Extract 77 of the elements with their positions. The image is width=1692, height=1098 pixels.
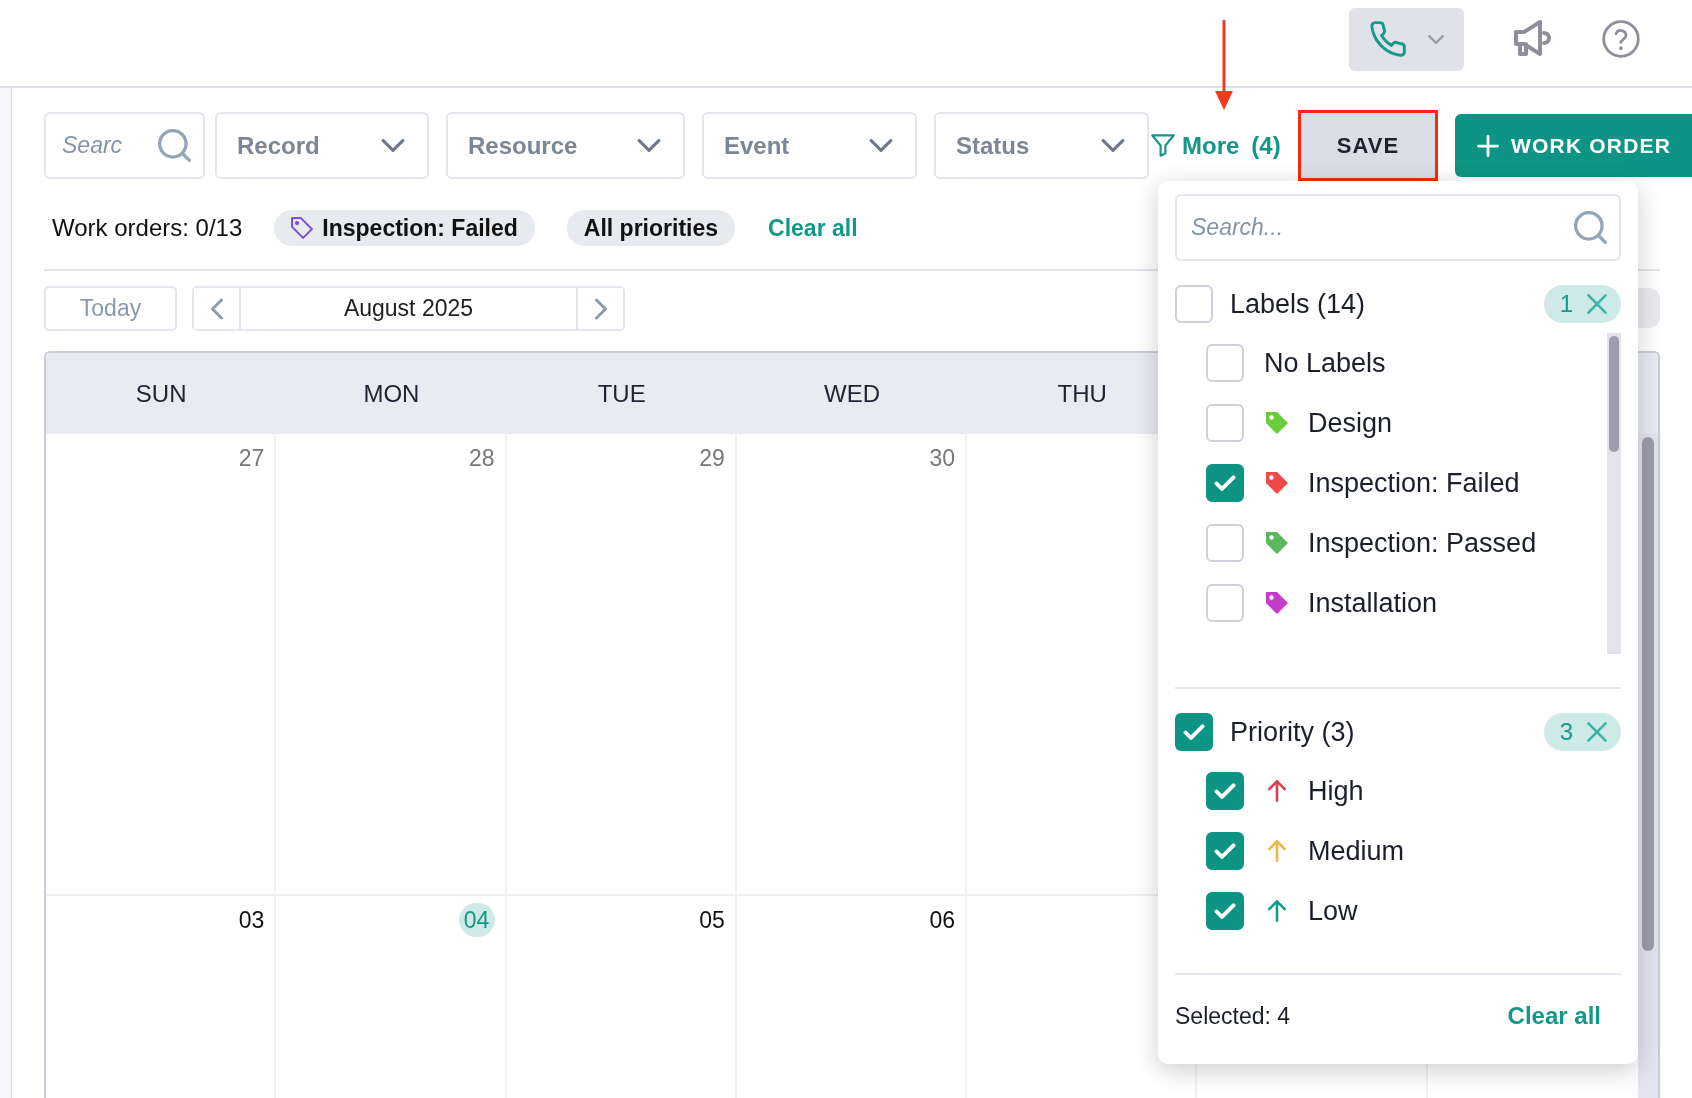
search-field[interactable]: Searc [44, 112, 205, 179]
option-label: No Labels [1264, 347, 1386, 379]
phone-icon [1369, 21, 1406, 57]
date-number: 03 [238, 906, 265, 935]
option-label: Installation [1308, 587, 1438, 619]
option-label: High [1308, 775, 1364, 807]
filter-chip[interactable]: All priorities [566, 210, 736, 246]
search-icon [158, 129, 191, 162]
filter-dropdown[interactable]: Resource [446, 112, 685, 179]
option-label: Inspection: Failed [1308, 467, 1520, 499]
megaphone-icon[interactable] [1514, 20, 1552, 58]
scrollbar-track[interactable] [1607, 333, 1621, 654]
chevron-down-icon [381, 139, 405, 152]
next-month-button[interactable] [576, 288, 623, 329]
work-order-count: Work orders: 0/13 [52, 214, 243, 242]
date-number: 28 [468, 444, 495, 473]
filter-icon [1151, 134, 1175, 157]
checkbox[interactable] [1175, 713, 1213, 751]
checkmark-icon [1183, 723, 1205, 741]
option-label: Design [1308, 407, 1393, 439]
plus-icon [1477, 134, 1499, 157]
filter-dropdown[interactable]: Event [702, 112, 917, 179]
help-icon[interactable] [1602, 20, 1640, 58]
create-work-order-button[interactable]: WORK ORDER [1455, 114, 1692, 177]
group-title: Labels (14) [1230, 288, 1366, 320]
checkbox[interactable] [1206, 464, 1244, 502]
chevron-right-icon [594, 297, 607, 320]
phone-menu-button[interactable] [1349, 7, 1464, 71]
option-label: Medium [1308, 835, 1405, 867]
group-title: Priority (3) [1230, 716, 1355, 748]
tag-icon [291, 217, 314, 239]
date-number: 29 [699, 444, 725, 473]
date-number: 30 [929, 444, 956, 473]
checkbox[interactable] [1206, 832, 1244, 870]
clear-all-link[interactable]: Clear all [768, 214, 858, 242]
clear-group-badge[interactable]: 1 [1543, 285, 1621, 323]
save-button[interactable]: SAVE [1298, 110, 1438, 181]
search-icon [1574, 211, 1607, 244]
weekday-label: MON [363, 379, 420, 408]
selected-count: Selected: 4 [1175, 1002, 1291, 1030]
chevron-down-icon [1427, 34, 1444, 44]
view-switcher[interactable] [1638, 288, 1660, 328]
close-icon [1587, 722, 1607, 742]
date-number: 04 [458, 903, 495, 937]
scrollbar-thumb[interactable] [1642, 437, 1654, 951]
chevron-down-icon [637, 139, 661, 152]
today-button[interactable]: Today [44, 286, 177, 331]
weekday-label: TUE [597, 379, 646, 408]
checkbox[interactable] [1206, 772, 1244, 810]
option-label: Low [1308, 895, 1358, 927]
filter-chip[interactable]: Inspection: Failed [274, 210, 535, 246]
previous-month-button[interactable] [194, 288, 241, 329]
option-label: Inspection: Passed [1308, 527, 1537, 559]
filter-dropdown[interactable]: Status [934, 112, 1149, 179]
clear-all-link[interactable]: Clear all [1507, 1002, 1601, 1030]
checkmark-icon [1214, 782, 1236, 800]
search-field[interactable]: Search... [1175, 194, 1621, 261]
date-number: 06 [929, 906, 956, 935]
more-filters-button[interactable]: More (4) [1149, 112, 1292, 179]
clear-group-badge[interactable]: 3 [1543, 713, 1621, 751]
chevron-down-icon [1101, 139, 1125, 152]
scrollbar-track[interactable] [1638, 434, 1658, 1098]
checkmark-icon [1214, 842, 1236, 860]
scrollbar-thumb[interactable] [1609, 336, 1619, 452]
month-label: August 2025 [342, 294, 475, 323]
checkbox[interactable] [1206, 892, 1244, 930]
checkmark-icon [1214, 474, 1236, 492]
filter-dropdown[interactable]: Record [215, 112, 429, 179]
weekday-label: THU [1057, 379, 1107, 408]
close-icon [1587, 294, 1607, 314]
weekday-label: WED [824, 379, 880, 408]
weekday-label: SUN [135, 379, 187, 408]
chevron-down-icon [869, 139, 893, 152]
chevron-left-icon [210, 297, 223, 320]
date-number: 27 [238, 444, 265, 473]
date-number: 05 [699, 906, 725, 935]
checkmark-icon [1214, 902, 1236, 920]
